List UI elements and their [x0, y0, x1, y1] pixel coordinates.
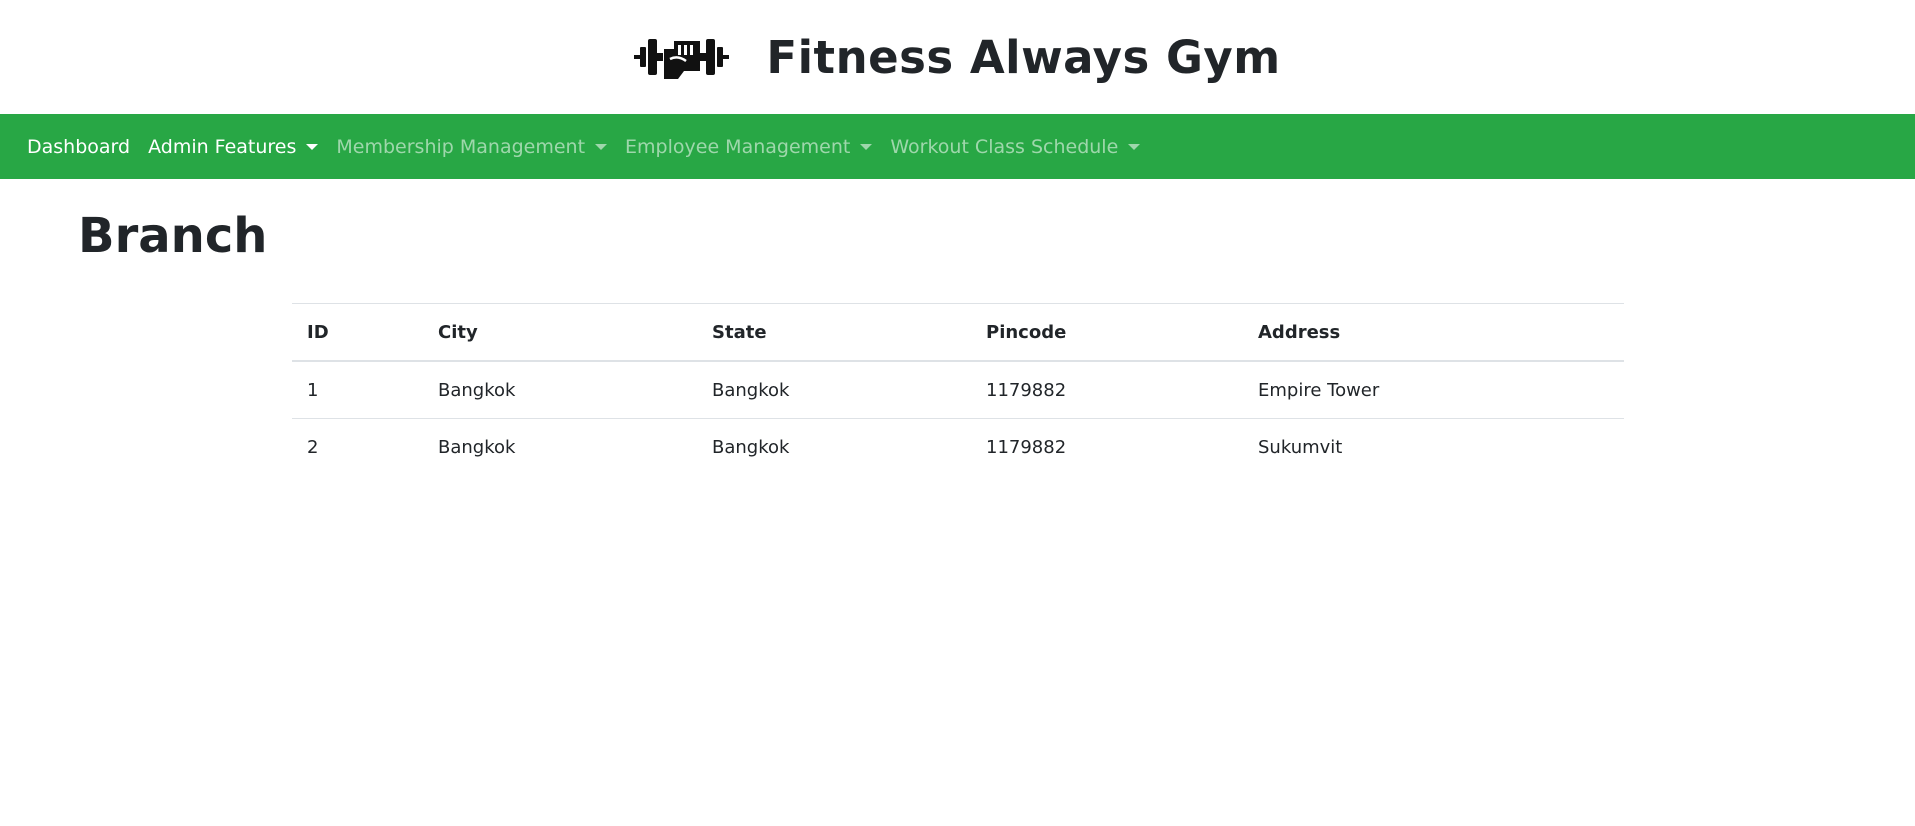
nav-employee-management[interactable]: Employee Management: [616, 136, 881, 158]
cell-id: 1: [292, 361, 423, 419]
nav-dashboard[interactable]: Dashboard: [18, 136, 139, 158]
nav-workout-class-schedule-label: Workout Class Schedule: [890, 135, 1119, 158]
nav-employee-management-label: Employee Management: [625, 135, 851, 158]
cell-pincode: 1179882: [971, 361, 1243, 419]
cell-state: Bangkok: [712, 436, 790, 458]
page-title: Branch: [78, 208, 268, 264]
nav-membership-management-label: Membership Management: [336, 135, 586, 158]
table-row: 1 Bangkok Bangkok 1179882 Empire Tower: [292, 361, 1624, 419]
column-header-state: State: [697, 303, 971, 362]
nav-dashboard-label: Dashboard: [27, 135, 131, 158]
site-title: Fitness Always Gym: [766, 30, 1281, 84]
dumbbell-fist-icon: [634, 39, 730, 79]
table-row: 2 Bangkok Bangkok 1179882 Sukumvit: [292, 419, 1624, 476]
caret-down-icon: [1128, 143, 1141, 150]
cell-id: 2: [307, 436, 319, 458]
site-header: Fitness Always Gym: [0, 0, 1915, 114]
table-header-row: ID City State Pincode Address: [292, 303, 1624, 362]
caret-down-icon: [306, 143, 319, 150]
nav-workout-class-schedule[interactable]: Workout Class Schedule: [881, 136, 1149, 158]
column-header-address: Address: [1243, 303, 1624, 362]
column-header-id: ID: [292, 303, 423, 362]
nav-membership-management[interactable]: Membership Management: [327, 136, 616, 158]
caret-down-icon: [595, 143, 608, 150]
cell-address: Empire Tower: [1243, 361, 1624, 419]
cell-state: Bangkok: [697, 361, 971, 419]
cell-pincode: 1179882: [986, 436, 1067, 458]
cell-city: Bangkok: [438, 436, 516, 458]
nav-admin-features[interactable]: Admin Features: [139, 136, 327, 158]
main-navbar: Dashboard Admin Features Membership Mana…: [0, 114, 1915, 179]
cell-address: Sukumvit: [1258, 436, 1343, 458]
column-header-pincode: Pincode: [971, 303, 1243, 362]
column-header-city: City: [423, 303, 697, 362]
cell-city: Bangkok: [423, 361, 697, 419]
caret-down-icon: [860, 143, 873, 150]
nav-admin-features-label: Admin Features: [148, 135, 297, 158]
branch-table: ID City State Pincode Address 1 Bangkok …: [292, 303, 1624, 475]
